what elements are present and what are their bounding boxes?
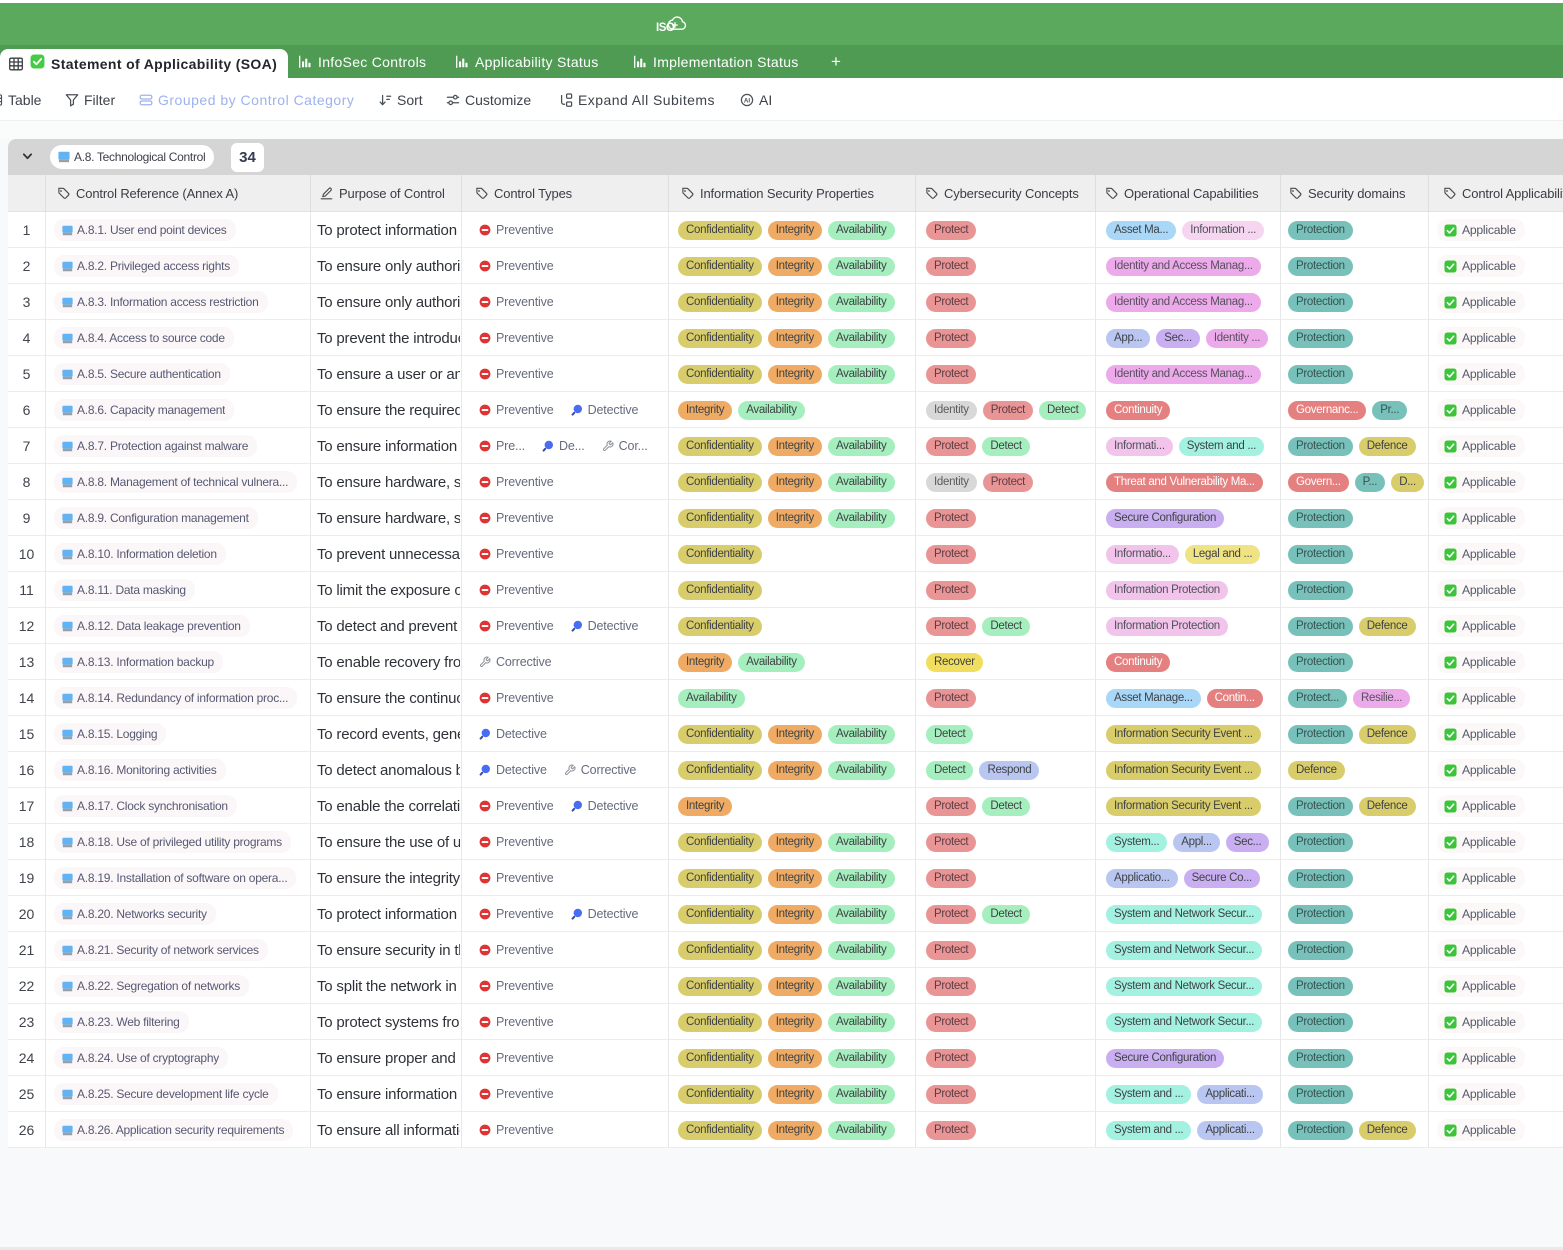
svg-text:AI: AI — [744, 97, 750, 104]
